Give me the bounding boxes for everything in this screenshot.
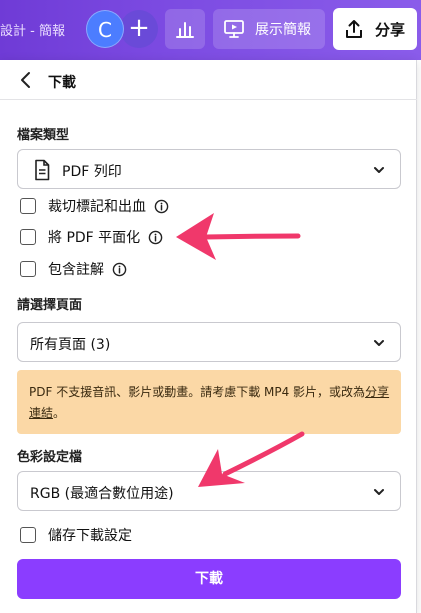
chevron-left-icon[interactable] xyxy=(16,70,36,90)
crop-marks-label: 裁切標記和出血 xyxy=(48,199,146,215)
flatten-pdf-label: 將 PDF 平面化 xyxy=(48,230,141,246)
color-profile-select[interactable]: RGB (最適合數位用途) xyxy=(17,471,401,511)
pages-value: 所有頁面 (3) xyxy=(30,337,111,353)
info-icon[interactable] xyxy=(112,262,127,277)
panel-title: 下載 xyxy=(48,75,76,91)
save-settings-option[interactable]: 儲存下載設定 xyxy=(20,524,132,546)
bar-chart-icon xyxy=(176,22,194,38)
warning-text: PDF 不支援音訊、影片或動畫。請考慮下載 MP4 影片，或改為分享連結。 xyxy=(29,382,391,424)
crop-marks-checkbox[interactable] xyxy=(20,198,36,214)
add-collaborator-button[interactable]: + xyxy=(120,10,158,48)
present-button[interactable]: 展示簡報 xyxy=(213,9,325,49)
info-icon[interactable] xyxy=(154,199,169,214)
flatten-pdf-option[interactable]: 將 PDF 平面化 xyxy=(20,226,163,248)
panel-header: 下載 xyxy=(0,60,417,100)
include-comments-option[interactable]: 包含註解 xyxy=(20,258,127,280)
color-profile-value: RGB (最適合數位用途) xyxy=(30,486,174,502)
pdf-media-warning: PDF 不支援音訊、影片或動畫。請考慮下載 MP4 影片，或改為分享連結。 xyxy=(17,370,401,434)
chevron-down-icon xyxy=(374,167,384,173)
chevron-down-icon xyxy=(374,489,384,495)
include-comments-label: 包含註解 xyxy=(48,262,104,278)
share-label: 分享 xyxy=(375,20,406,39)
flatten-pdf-checkbox[interactable] xyxy=(20,229,36,245)
include-comments-checkbox[interactable] xyxy=(20,261,36,277)
warning-end: 。 xyxy=(53,406,66,420)
document-title[interactable]: 設計 - 簡報 xyxy=(0,20,65,39)
info-icon[interactable] xyxy=(148,230,163,245)
pages-label: 請選擇頁面 xyxy=(17,298,83,313)
upload-icon xyxy=(346,20,362,38)
crop-marks-option[interactable]: 裁切標記和出血 xyxy=(20,195,169,217)
avatar[interactable]: C xyxy=(86,10,124,48)
present-label: 展示簡報 xyxy=(255,22,311,38)
chevron-down-icon xyxy=(374,340,384,346)
download-panel: 下載 檔案類型 PDF 列印 裁切標記和出血 將 PDF 平面化 包含註解 請選… xyxy=(0,60,417,613)
save-settings-label: 儲存下載設定 xyxy=(48,528,132,544)
document-icon xyxy=(35,159,50,181)
download-button[interactable]: 下載 xyxy=(17,559,401,599)
file-type-label: 檔案類型 xyxy=(17,128,70,143)
editor-top-bar: 設計 - 簡報 + C 展示簡報 分享 xyxy=(0,0,421,60)
analytics-button[interactable] xyxy=(165,9,205,49)
save-settings-checkbox[interactable] xyxy=(20,527,36,543)
file-type-value: PDF 列印 xyxy=(62,164,122,180)
warning-message: PDF 不支援音訊、影片或動畫。請考慮下載 MP4 影片，或改為 xyxy=(29,385,366,399)
file-type-select[interactable]: PDF 列印 xyxy=(17,149,401,189)
color-profile-label: 色彩設定檔 xyxy=(17,450,83,465)
pages-select[interactable]: 所有頁面 (3) xyxy=(17,322,401,362)
share-button[interactable]: 分享 xyxy=(333,8,417,50)
presentation-icon xyxy=(224,20,244,38)
